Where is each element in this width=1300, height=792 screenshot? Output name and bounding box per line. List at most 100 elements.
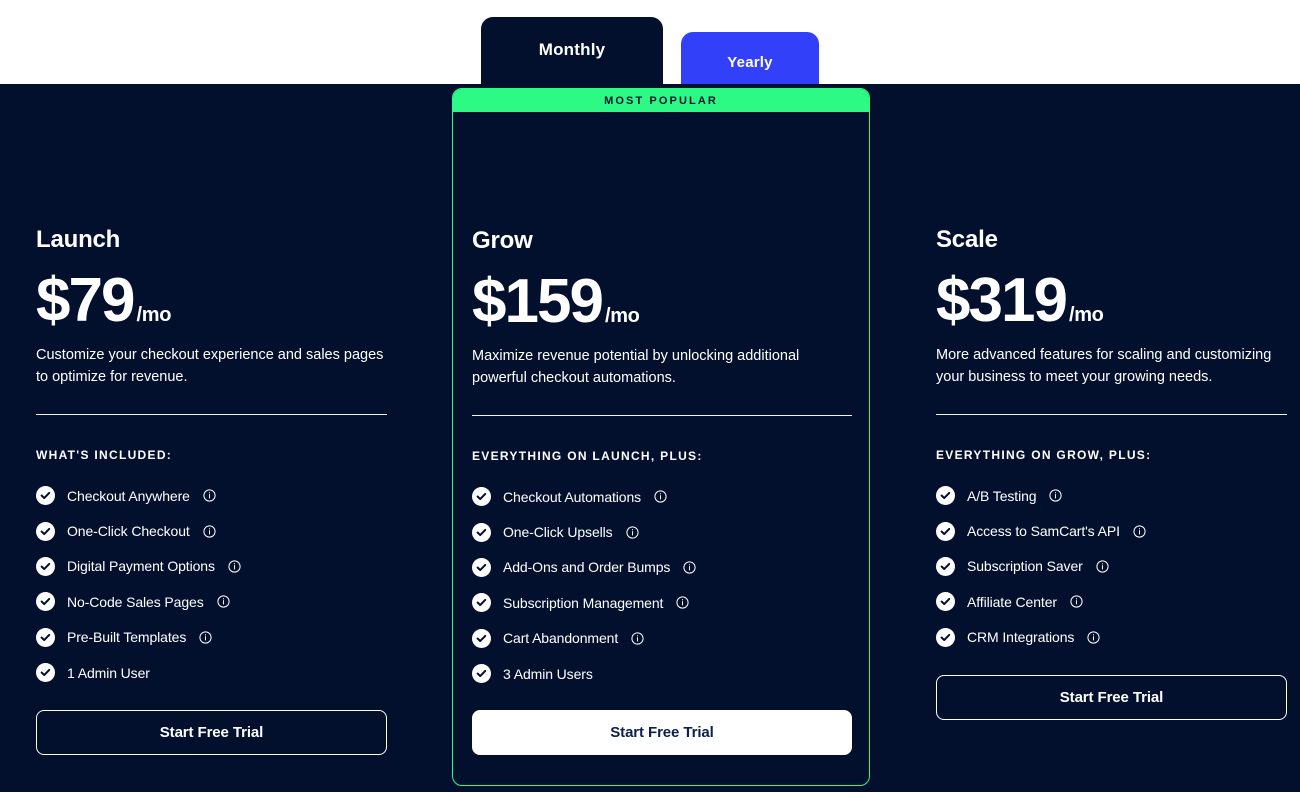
info-icon[interactable] [1096,560,1109,573]
info-icon[interactable] [683,561,696,574]
info-icon[interactable] [228,560,241,573]
price-row-grow: $159 /mo [472,271,640,333]
feature-label: Checkout Automations [503,488,642,505]
feature-item: 3 Admin Users [472,656,696,691]
start-free-trial-button-launch[interactable]: Start Free Trial [36,710,387,755]
feature-item: Cart Abandonment [472,621,696,656]
billing-period-toggle: Monthly Yearly [0,0,1300,84]
feature-label: Pre-Built Templates [67,629,187,646]
tab-yearly[interactable]: Yearly [681,32,819,84]
check-icon [36,556,55,576]
divider-launch [36,414,387,415]
check-icon [472,557,491,577]
feature-list-launch: Checkout Anywhere One-Click Checkout Digit… [36,478,241,690]
features-heading-grow: EVERYTHING ON LAUNCH, PLUS: [472,449,703,463]
info-icon[interactable] [1087,631,1100,644]
check-icon [936,592,955,612]
check-icon [36,592,55,612]
check-icon [36,627,55,647]
feature-item: Checkout Automations [472,479,696,514]
plan-description-grow: Maximize revenue potential by unlocking … [472,348,800,387]
plan-price-scale: $319 [936,266,1068,335]
feature-label: Digital Payment Options [67,558,215,575]
check-icon [472,664,491,684]
info-icon[interactable] [199,631,212,644]
info-icon[interactable] [654,490,667,503]
feature-label: Subscription Management [503,594,664,611]
plan-period-grow: /mo [604,305,640,327]
feature-item: Subscription Saver [936,549,1146,584]
info-icon[interactable] [217,595,230,608]
feature-label: Access to SamCart's API [967,523,1120,540]
check-icon [472,628,491,648]
plan-description-scale: More advanced features for scaling and c… [936,347,1272,386]
feature-item: 1 Admin User [36,655,241,690]
feature-item: A/B Testing [936,478,1146,513]
info-icon[interactable] [1133,524,1146,538]
plan-description-launch: Customize your checkout experience and s… [36,347,384,386]
check-icon [472,522,491,542]
feature-list-scale: A/B Testing Access to SamCart's API Subscr… [936,478,1146,655]
feature-item: Add-Ons and Order Bumps [472,550,696,585]
billing-toggle-group: Monthly Yearly [481,17,819,84]
check-icon [936,627,955,647]
check-icon [936,556,955,576]
price-row-launch: $79 /mo [36,270,171,332]
check-icon [36,486,55,506]
price-row-scale: $319 /mo [936,270,1104,332]
feature-item: Pre-Built Templates [36,620,241,655]
feature-label: No-Code Sales Pages [67,593,204,610]
plan-name-launch: Launch [36,226,121,253]
plan-period-launch: /mo [136,304,172,326]
info-icon[interactable] [625,525,639,539]
check-icon [472,487,491,507]
check-icon [36,521,55,541]
info-icon[interactable] [203,524,216,538]
feature-label: Cart Abandonment [503,630,619,647]
check-icon [472,593,491,613]
tab-monthly[interactable]: Monthly [481,17,663,84]
feature-label: CRM Integrations [967,629,1075,646]
info-icon[interactable] [1049,489,1063,502]
feature-label: A/B Testing [967,487,1037,504]
pricing-cards: Launch $79 /mo Customize your checkout e… [0,84,1300,792]
feature-label: 3 Admin Users [503,665,593,682]
pricing-page: Monthly Yearly MOST POPULAR Launch $79 /… [0,0,1300,792]
check-icon [36,663,55,683]
info-icon[interactable] [676,596,689,609]
check-icon [936,486,955,506]
info-icon[interactable] [631,632,644,645]
feature-label: 1 Admin User [67,664,150,681]
plan-price-launch: $79 [36,266,135,335]
features-heading-scale: EVERYTHING ON GROW, PLUS: [936,448,1152,462]
start-free-trial-button-scale[interactable]: Start Free Trial [936,675,1287,720]
info-icon[interactable] [1070,595,1083,608]
feature-item: CRM Integrations [936,620,1146,655]
start-free-trial-button-grow[interactable]: Start Free Trial [472,710,852,755]
feature-label: One-Click Upsells [503,524,613,541]
feature-label: Add-Ons and Order Bumps [503,559,671,576]
info-icon[interactable] [203,489,216,502]
feature-label: Checkout Anywhere [67,487,190,504]
feature-item: Digital Payment Options [36,549,241,584]
feature-list-grow: Checkout Automations One-Click Upsells Add… [472,479,696,691]
check-icon [936,521,955,541]
feature-item: Checkout Anywhere [36,478,241,513]
pricing-card-grow: Grow $159 /mo Maximize revenue potential… [452,84,870,792]
divider-grow [472,415,852,416]
feature-item: Subscription Management [472,585,696,620]
feature-label: Subscription Saver [967,558,1083,575]
feature-label: One-Click Checkout [67,523,190,540]
divider-scale [936,414,1287,415]
plan-name-grow: Grow [472,227,533,254]
plan-name-scale: Scale [936,226,998,253]
feature-item: Access to SamCart's API [936,513,1146,548]
pricing-card-launch: Launch $79 /mo Customize your checkout e… [36,84,387,792]
pricing-card-scale: Scale $319 /mo More advanced features fo… [936,84,1287,792]
feature-item: One-Click Checkout [36,513,241,548]
most-popular-badge: MOST POPULAR [453,89,869,112]
features-heading-launch: WHAT'S INCLUDED: [36,448,173,462]
feature-item: Affiliate Center [936,584,1146,619]
plan-price-grow: $159 [472,267,604,336]
feature-item: One-Click Upsells [472,514,696,549]
